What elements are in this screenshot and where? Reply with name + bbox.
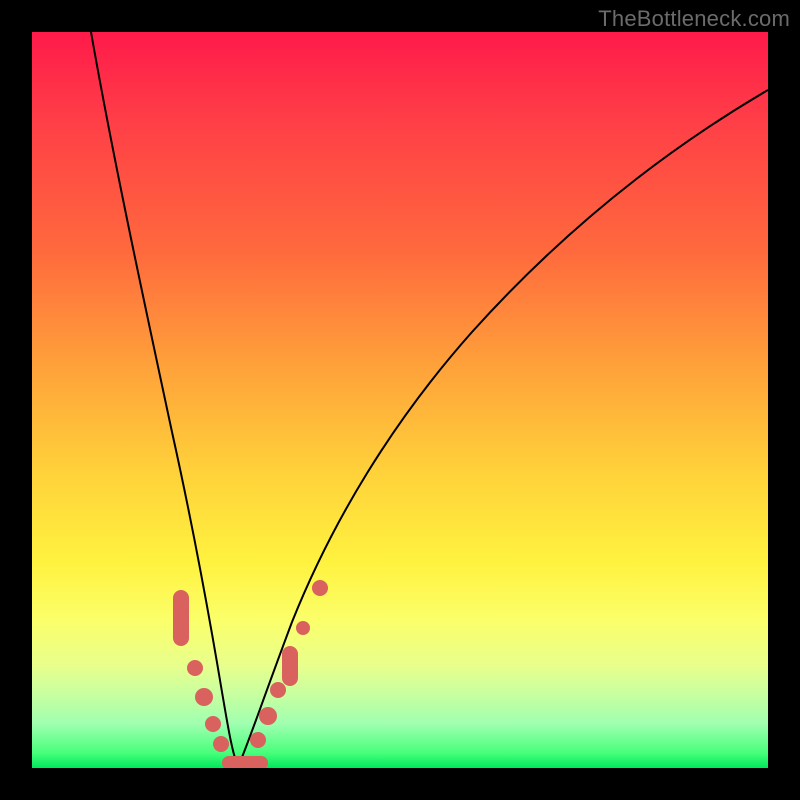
marker-cluster-left-upper bbox=[173, 590, 189, 646]
marker-dot bbox=[195, 688, 213, 706]
marker-dot bbox=[213, 736, 229, 752]
marker-cluster-right-mid bbox=[282, 646, 298, 686]
marker-dot bbox=[259, 707, 277, 725]
marker-dot bbox=[270, 682, 286, 698]
chart-frame: TheBottleneck.com bbox=[0, 0, 800, 800]
watermark-text: TheBottleneck.com bbox=[598, 6, 790, 32]
marker-dot bbox=[296, 621, 310, 635]
marker-dot bbox=[187, 660, 203, 676]
curve-left-branch bbox=[91, 32, 238, 767]
marker-dot bbox=[205, 716, 221, 732]
curve-right-branch bbox=[238, 90, 768, 767]
curves-svg bbox=[32, 32, 768, 768]
marker-dot bbox=[312, 580, 328, 596]
marker-cluster-trough bbox=[222, 756, 268, 768]
plot-area bbox=[32, 32, 768, 768]
marker-dot bbox=[250, 732, 266, 748]
